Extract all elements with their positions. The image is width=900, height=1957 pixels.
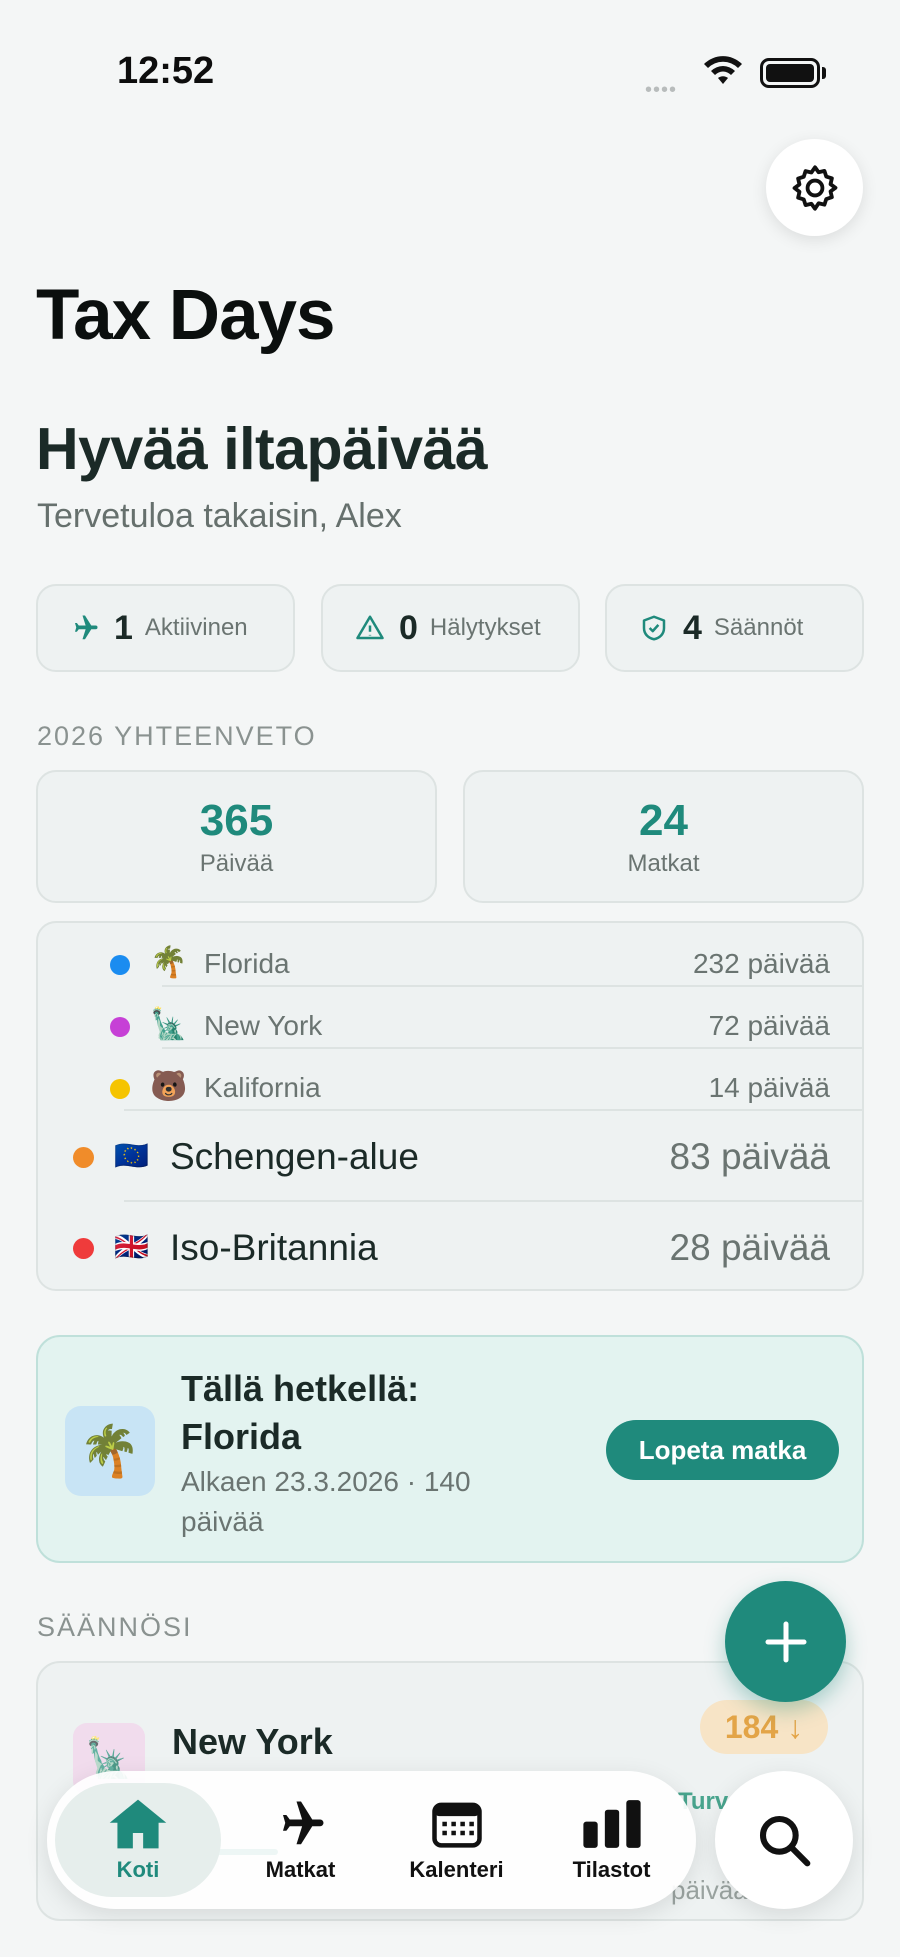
trips-stat-card[interactable]: 24 Matkat (463, 770, 864, 903)
tab-label: Tilastot (572, 1857, 651, 1882)
plus-icon (765, 1621, 806, 1662)
tab-label: Kalenteri (409, 1857, 504, 1882)
bear-icon: 🐻 (150, 1070, 188, 1103)
region-color-dot (110, 1017, 130, 1037)
active-count: 1 (114, 608, 133, 647)
region-days: 72 päivää (708, 1010, 830, 1041)
rules-count: 4 (683, 608, 702, 647)
summary-section-label: 2026 YHTEENVETO (37, 721, 317, 751)
greeting-subtitle: Tervetuloa takaisin, Alex (37, 497, 402, 535)
end-trip-button[interactable]: Lopeta matka (606, 1420, 839, 1480)
tab-label: Matkat (265, 1857, 336, 1882)
days-stat-card[interactable]: 365 Päivää (36, 770, 437, 903)
rules-label: Säännöt (713, 614, 804, 641)
settings-button[interactable] (766, 139, 863, 236)
region-color-dot (73, 1147, 94, 1168)
divider (162, 1047, 862, 1049)
gear-icon (792, 164, 837, 211)
days-value: 365 (199, 796, 274, 845)
battery-tip (822, 67, 826, 79)
region-name: Florida (204, 948, 290, 979)
tab-bar: Koti Matkat Kalenteri Tilastot (47, 1771, 696, 1909)
alerts-count: 0 (399, 608, 418, 647)
region-row-uk[interactable]: 🇬🇧 Iso-Britannia 28 päivää (38, 1202, 862, 1289)
region-days: 28 päivää (669, 1227, 830, 1268)
region-color-dot (110, 1079, 130, 1099)
rules-section-label: SÄÄNNÖSI (37, 1612, 193, 1642)
region-name: Iso-Britannia (170, 1227, 378, 1268)
rule-days-badge: 184 ↓ (700, 1700, 828, 1754)
chart-icon (582, 1800, 641, 1848)
uk-flag-icon: 🇬🇧 (114, 1231, 149, 1262)
region-days: 83 päivää (669, 1136, 830, 1177)
add-trip-button[interactable] (725, 1581, 846, 1702)
region-breakdown-card: 🌴 Florida 232 päivää 🗽 New York 72 päivä… (36, 921, 864, 1291)
shield-icon (642, 615, 666, 641)
trips-label: Matkat (627, 850, 700, 877)
greeting-title: Hyvää iltapäivää (36, 416, 488, 482)
app-title: Tax Days (36, 276, 336, 355)
current-trip-title: Tällä hetkellä: Florida (181, 1368, 420, 1457)
signal-icon: •••• (645, 79, 678, 101)
region-name: Schengen-alue (170, 1136, 419, 1177)
current-trip-card[interactable]: 🌴 Tällä hetkellä: Florida Alkaen 23.3.20… (36, 1335, 864, 1563)
warning-icon (356, 615, 384, 640)
tab-label: Koti (116, 1857, 160, 1882)
region-color-dot (73, 1238, 94, 1259)
alerts-label: Hälytykset (429, 614, 541, 641)
statue-of-liberty-icon: 🗽 (150, 1008, 188, 1041)
region-days: 232 päivää (692, 948, 830, 979)
rules-pill[interactable]: 4 Säännöt (605, 584, 864, 672)
airplane-icon (282, 1801, 323, 1845)
region-color-dot (110, 955, 130, 975)
status-time: 12:52 (117, 50, 215, 92)
rule-name: New York (172, 1721, 333, 1762)
palm-tree-icon: 🌴 (65, 1406, 155, 1496)
eu-flag-icon: 🇪🇺 (114, 1140, 149, 1171)
tab-home[interactable]: Koti (55, 1783, 221, 1897)
alerts-pill[interactable]: 0 Hälytykset (321, 584, 580, 672)
region-name: Kalifornia (204, 1072, 321, 1103)
battery-icon (760, 58, 820, 88)
tab-trips[interactable]: Matkat (223, 1771, 378, 1909)
region-row-schengen[interactable]: 🇪🇺 Schengen-alue 83 päivää (38, 1111, 862, 1201)
palm-tree-icon: 🌴 (150, 946, 188, 979)
home-icon (109, 1799, 167, 1849)
airplane-icon (75, 615, 98, 640)
current-trip-subtitle: Alkaen 23.3.2026 · 140 päivää (181, 1466, 471, 1537)
calendar-icon (431, 1802, 482, 1848)
tab-calendar[interactable]: Kalenteri (379, 1771, 534, 1909)
region-name: New York (204, 1010, 323, 1041)
divider (162, 985, 862, 987)
region-days: 14 päivää (708, 1072, 830, 1103)
trips-value: 24 (639, 796, 688, 845)
days-label: Päivää (199, 850, 274, 877)
search-icon (759, 1815, 811, 1867)
tab-stats[interactable]: Tilastot (534, 1771, 689, 1909)
active-label: Aktiivinen (144, 614, 248, 641)
search-button[interactable] (715, 1771, 853, 1909)
active-trips-pill[interactable]: 1 Aktiivinen (36, 584, 295, 672)
wifi-icon (704, 56, 742, 84)
